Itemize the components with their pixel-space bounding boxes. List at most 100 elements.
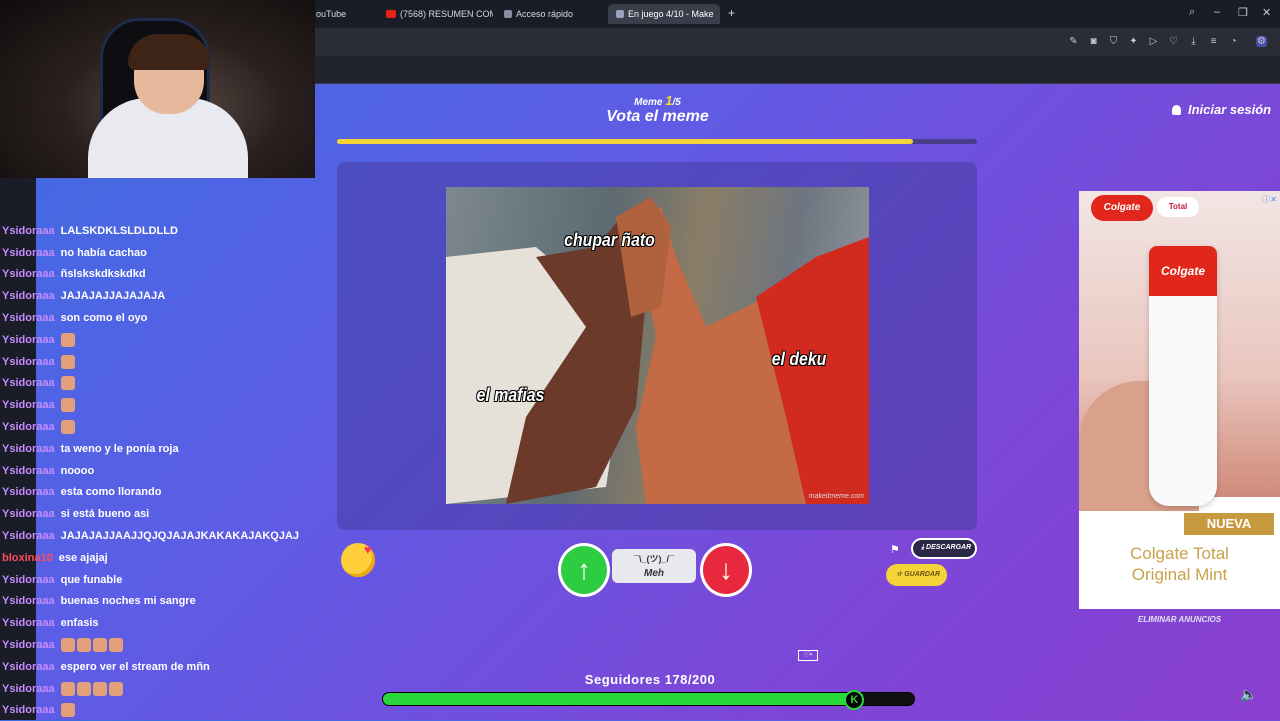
chat-message: Ysidoraaa noooo xyxy=(0,460,320,482)
chat-text: son como el oyo xyxy=(60,312,148,325)
tab-youtube[interactable]: ouTube xyxy=(308,4,378,24)
heart-icon[interactable]: ♡ xyxy=(1168,36,1179,47)
star-icon: ☆ xyxy=(896,571,905,578)
emote-icon xyxy=(76,681,91,696)
volume-icon[interactable]: 🔈 xyxy=(1240,686,1257,703)
profile-icon[interactable]: ◔ xyxy=(1228,36,1239,47)
meme-caption-left: el mafias xyxy=(476,385,545,405)
chat-message: Ysidoraaa que funable xyxy=(0,569,320,591)
chat-username[interactable]: Ysidoraaa xyxy=(0,704,55,716)
meh-button[interactable]: ¯\_(ツ)_/¯ Meh xyxy=(612,549,696,583)
chat-message: Ysidoraaa JAJAJAJJAJAJAJA xyxy=(0,285,320,307)
chat-message: Ysidoraaa xyxy=(0,329,320,351)
chat-username[interactable]: Ysidoraaa xyxy=(0,595,55,607)
chat-username[interactable]: Ysidoraaa xyxy=(0,661,55,673)
chat-message: Ysidoraaa xyxy=(0,416,320,438)
chat-text: LALSKDKLSLDLDLLD xyxy=(60,224,178,237)
tab-acceso-rapido[interactable]: Acceso rápido xyxy=(496,4,601,24)
camera-icon[interactable]: ◙ xyxy=(1088,36,1099,47)
followers-goal-label: Seguidores 178/200 xyxy=(584,672,716,687)
emote-icon xyxy=(108,638,123,653)
advertisement[interactable]: Colgate Colgate Total ⓘ✕ NUEVA Colgate T… xyxy=(1079,191,1280,609)
chat-text: si está bueno asi xyxy=(60,508,150,521)
downvote-button[interactable]: ↓ xyxy=(700,543,752,597)
chat-text: noooo xyxy=(60,464,95,477)
chat-username[interactable]: Ysidoraaa xyxy=(0,268,55,280)
chat-username[interactable]: Ysidoraaa xyxy=(0,334,55,346)
chat-text: JAJAJAJJAJAJAJA xyxy=(60,290,166,303)
extension-icon[interactable]: ✦ xyxy=(1128,36,1139,47)
chat-username[interactable]: Ysidoraaa xyxy=(0,443,55,455)
chat-username[interactable]: Ysidoraaa xyxy=(0,356,55,368)
login-button[interactable]: Iniciar sesión xyxy=(1172,102,1271,117)
chat-text: enfasis xyxy=(60,617,99,630)
save-button[interactable]: ☆ GUARDAR xyxy=(886,564,947,586)
menu-icon[interactable]: ≡ xyxy=(1208,36,1219,47)
chat-username[interactable]: Ysidoraaa xyxy=(0,465,55,477)
meme-image: chupar ñato el mafias el deku makeitmeme… xyxy=(446,187,869,504)
restore-icon[interactable]: ❐ xyxy=(1238,6,1248,19)
chat-username[interactable]: Ysidoraaa xyxy=(0,683,55,695)
chat-username[interactable]: Ysidoraaa xyxy=(0,530,55,542)
chat-text: espero ver el stream de mñn xyxy=(60,660,210,673)
stream-chat: Ysidoraaa LALSKDKLSLDLDLLD Ysidoraaa no hab… xyxy=(0,220,320,721)
chat-text: JAJAJAJJAAJJQJQJAJAJKAKAKAJAKQJAJ xyxy=(60,530,300,543)
chat-message: Ysidoraaa xyxy=(0,634,320,656)
chat-message: Ysidoraaa enfasis xyxy=(0,612,320,634)
chat-message: Ysidoraaa espero ver el stream de mñn xyxy=(0,656,320,678)
new-tab-button[interactable]: + xyxy=(724,4,744,24)
ad-choices-icon[interactable]: ⓘ▪ xyxy=(798,650,818,661)
chat-username[interactable]: bloxina10 xyxy=(0,552,53,564)
chat-username[interactable]: Ysidoraaa xyxy=(0,617,55,629)
youtube-icon xyxy=(386,10,396,18)
streamer-hair xyxy=(128,34,210,70)
chat-username[interactable]: Ysidoraaa xyxy=(0,290,55,302)
download-button[interactable]: ⤓ DESCARGAR xyxy=(911,538,977,559)
emote-icon xyxy=(92,638,107,653)
chat-message: Ysidoraaa xyxy=(0,351,320,373)
chat-username[interactable]: Ysidoraaa xyxy=(0,247,55,259)
remove-ads-link[interactable]: ELIMINAR ANUNCIOS xyxy=(1079,615,1280,624)
minimize-icon[interactable]: – xyxy=(1214,6,1220,18)
chat-username[interactable]: Ysidoraaa xyxy=(0,508,55,520)
search-icon[interactable]: ⌕ xyxy=(1189,6,1195,19)
tab-resumen[interactable]: (7568) RESUMEN COMPL xyxy=(378,4,493,24)
emote-icon xyxy=(60,376,75,391)
emote-icon xyxy=(76,638,91,653)
ad-info-icon[interactable]: ⓘ✕ xyxy=(1262,194,1277,205)
flag-icon[interactable]: ⚑ xyxy=(890,543,900,556)
ad-tube-label: Colgate xyxy=(1149,246,1217,296)
chat-text: que funable xyxy=(60,573,123,586)
emote-icon xyxy=(108,681,123,696)
ad-total-badge: Total xyxy=(1157,197,1199,217)
heart-icon: ♥ xyxy=(364,542,372,557)
chat-text: no había cachao xyxy=(60,246,147,259)
chat-username[interactable]: Ysidoraaa xyxy=(0,399,55,411)
shield-icon[interactable]: ⛉ xyxy=(1108,36,1119,47)
close-icon[interactable]: ✕ xyxy=(1262,6,1271,19)
chat-message: Ysidoraaa xyxy=(0,678,320,700)
chat-message: Ysidoraaa buenas noches mi sangre xyxy=(0,591,320,613)
chat-text: buenas noches mi sangre xyxy=(60,595,196,608)
tab-en-juego[interactable]: En juego 4/10 - Make xyxy=(608,4,720,24)
upvote-button[interactable]: ↑ xyxy=(558,543,610,597)
chat-username[interactable]: Ysidoraaa xyxy=(0,421,55,433)
settings-icon[interactable]: ⚙ xyxy=(1256,36,1267,47)
ad-product-name: Colgate Total Original Mint xyxy=(1130,544,1229,584)
chat-username[interactable]: Ysidoraaa xyxy=(0,312,55,324)
play-icon[interactable]: ▷ xyxy=(1148,36,1159,47)
chat-message: Ysidoraaa JAJAJAJJAAJJQJQJAJAJKAKAKAJAKQJ… xyxy=(0,525,320,547)
chat-message: Ysidoraaa xyxy=(0,394,320,416)
chat-username[interactable]: Ysidoraaa xyxy=(0,574,55,586)
download-icon[interactable]: ⤓ xyxy=(1188,36,1199,47)
chat-username[interactable]: Ysidoraaa xyxy=(0,639,55,651)
chat-username[interactable]: Ysidoraaa xyxy=(0,377,55,389)
chat-message: Ysidoraaa ta weno y le ponía roja xyxy=(0,438,320,460)
meme-caption-top: chupar ñato xyxy=(564,230,655,250)
emote-icon xyxy=(92,681,107,696)
emote-icon xyxy=(60,354,75,369)
chat-username[interactable]: Ysidoraaa xyxy=(0,486,55,498)
chat-message: Ysidoraaa xyxy=(0,373,320,395)
edit-icon[interactable]: ✎ xyxy=(1068,36,1079,47)
chat-username[interactable]: Ysidoraaa xyxy=(0,225,55,237)
